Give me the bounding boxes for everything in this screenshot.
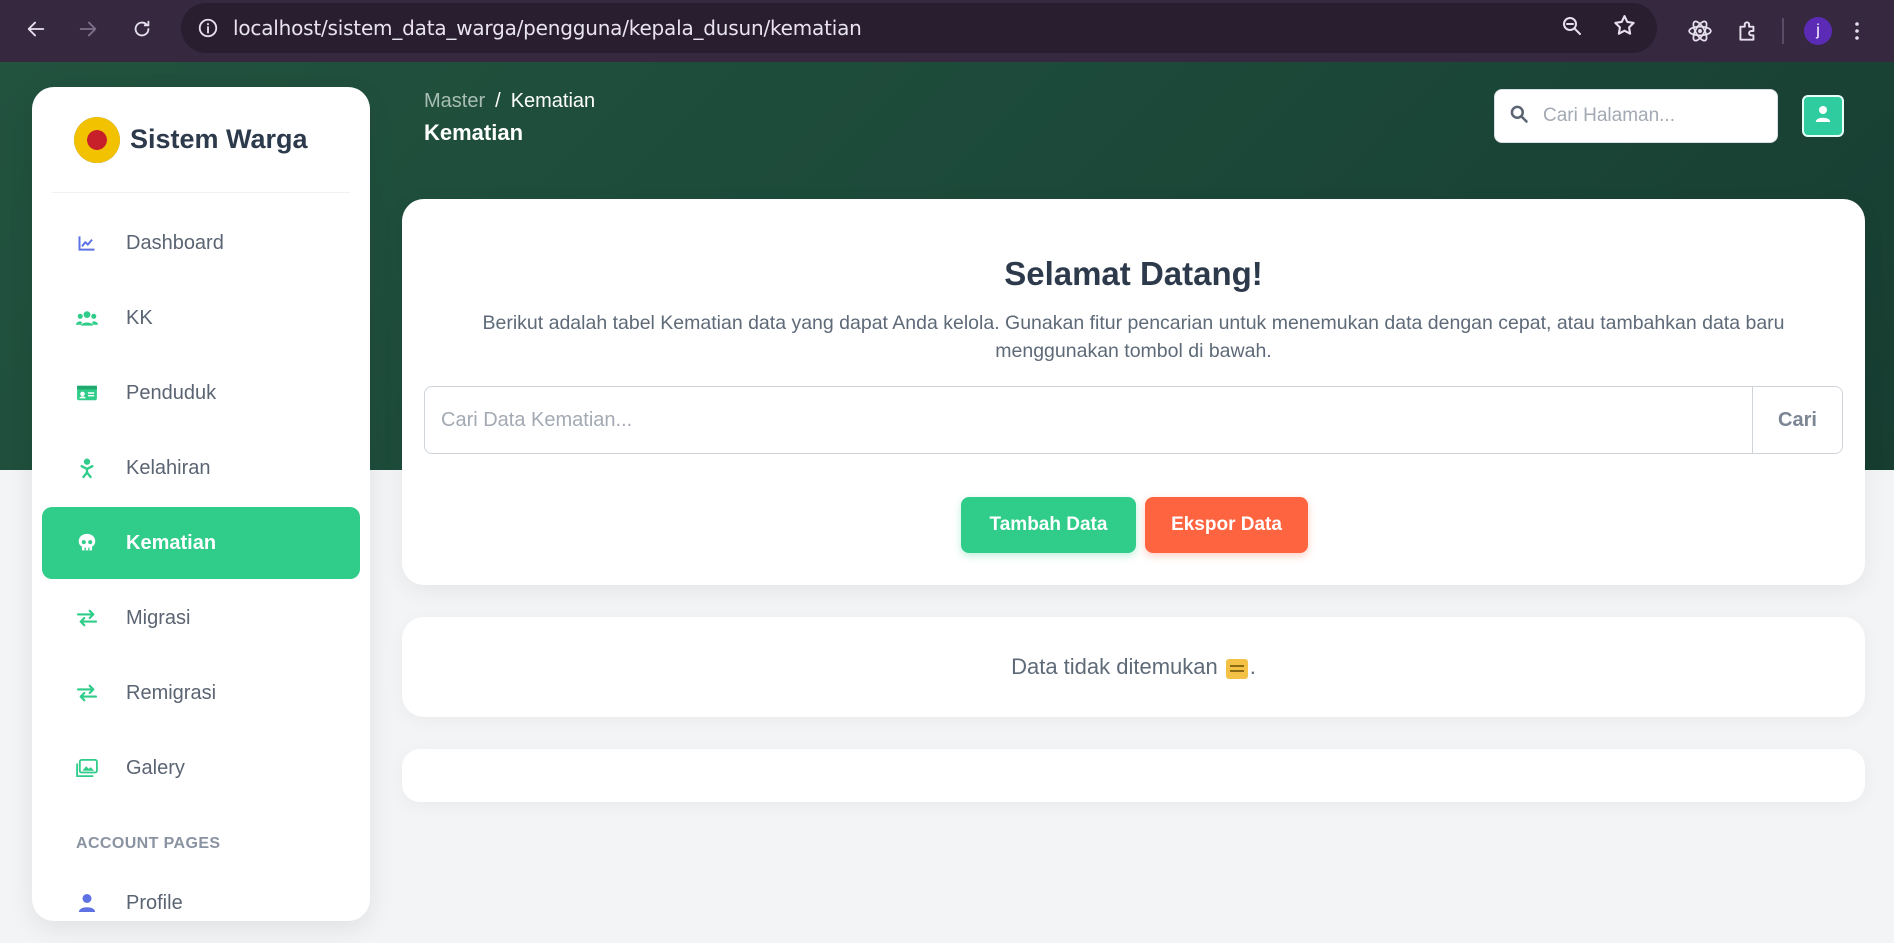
sidebar-item-label: Remigrasi <box>126 681 217 704</box>
exchange-icon <box>76 607 98 629</box>
sidebar-item-label: Kelahiran <box>126 456 211 479</box>
sidebar-item-remigrasi[interactable]: Remigrasi <box>42 657 360 729</box>
toolbar-divider <box>1782 18 1784 44</box>
breadcrumb-separator: / <box>495 90 501 112</box>
back-icon[interactable] <box>18 11 54 47</box>
zoom-icon[interactable] <box>1560 14 1584 43</box>
images-icon <box>76 757 98 779</box>
address-bar[interactable]: localhost/sistem_data_warga/pengguna/kep… <box>181 3 1657 53</box>
sidebar-item-label: Galery <box>126 756 185 779</box>
page-title: Kematian <box>424 120 524 145</box>
sidebar: Sistem Warga Dashboard KK Penduduk Kelah… <box>32 87 370 921</box>
exchange-icon <box>76 682 98 704</box>
pagination-card <box>402 749 1865 802</box>
add-data-button[interactable]: Tambah Data <box>961 497 1136 553</box>
breadcrumb-current: Kematian <box>510 90 596 112</box>
brand-logo <box>74 116 120 163</box>
sidebar-item-galery[interactable]: Galery <box>42 732 360 804</box>
welcome-description: Berikut adalah tabel Kematian data yang … <box>482 312 1785 362</box>
chart-line-icon <box>76 232 98 254</box>
profile-initial: j <box>1804 17 1832 45</box>
react-devtools-icon[interactable] <box>1676 7 1724 55</box>
profile-avatar[interactable]: j <box>1794 7 1842 55</box>
data-search: Cari <box>424 386 1843 454</box>
skull-icon <box>76 532 98 554</box>
search-button[interactable]: Cari <box>1752 387 1842 453</box>
forward-icon[interactable] <box>70 11 106 47</box>
sidebar-item-kk[interactable]: KK <box>42 282 360 354</box>
id-card-icon <box>76 382 98 404</box>
sidebar-item-label: Kematian <box>126 531 217 554</box>
breadcrumb: Master / Kematian <box>424 90 595 113</box>
sidebar-item-profile[interactable]: Profile <box>42 873 360 921</box>
sidebar-item-kematian[interactable]: Kematian <box>42 507 360 579</box>
brand-name: Sistem Warga <box>130 124 308 154</box>
baby-icon <box>76 457 98 479</box>
sidebar-item-label: Profile <box>126 891 183 914</box>
search-icon <box>1509 104 1529 129</box>
site-info-icon[interactable] <box>195 15 221 41</box>
user-account-button[interactable] <box>1802 95 1844 137</box>
sidebar-item-dashboard[interactable]: Dashboard <box>42 207 360 279</box>
more-menu-icon[interactable] <box>1842 7 1872 55</box>
users-icon <box>76 307 98 329</box>
empty-state-card: Data tidak ditemukan . <box>402 617 1865 717</box>
clipboard-note-icon <box>1225 659 1248 679</box>
reload-icon[interactable] <box>124 11 160 47</box>
data-search-input[interactable] <box>425 387 1752 453</box>
sidebar-item-label: KK <box>126 306 153 329</box>
sidebar-item-label: Penduduk <box>126 381 217 404</box>
user-icon <box>1815 105 1831 128</box>
sidebar-item-penduduk[interactable]: Penduduk <box>42 357 360 429</box>
page-search-input[interactable] <box>1543 105 1763 127</box>
welcome-title: Selamat Datang! <box>1004 255 1263 292</box>
account-pages-label: ACCOUNT PAGES <box>76 835 221 852</box>
bookmark-star-icon[interactable] <box>1612 13 1637 43</box>
empty-state-suffix: . <box>1249 654 1256 679</box>
export-data-button[interactable]: Ekspor Data <box>1145 497 1308 553</box>
welcome-card: Selamat Datang! Berikut adalah tabel Kem… <box>402 199 1865 585</box>
page-search <box>1494 89 1778 143</box>
sidebar-item-label: Migrasi <box>126 606 191 629</box>
sidebar-menu: Dashboard KK Penduduk Kelahiran Kematian… <box>42 207 360 807</box>
empty-state-text: Data tidak ditemukan <box>1011 654 1218 679</box>
sidebar-item-kelahiran[interactable]: Kelahiran <box>42 432 360 504</box>
user-icon <box>76 892 98 914</box>
extensions-icon[interactable] <box>1724 7 1772 55</box>
breadcrumb-parent[interactable]: Master <box>424 90 485 113</box>
brand[interactable]: Sistem Warga <box>52 87 350 193</box>
url-text[interactable]: localhost/sistem_data_warga/pengguna/kep… <box>233 16 862 40</box>
sidebar-item-label: Dashboard <box>126 231 224 254</box>
sidebar-item-migrasi[interactable]: Migrasi <box>42 582 360 654</box>
browser-toolbar: localhost/sistem_data_warga/pengguna/kep… <box>0 0 1894 62</box>
